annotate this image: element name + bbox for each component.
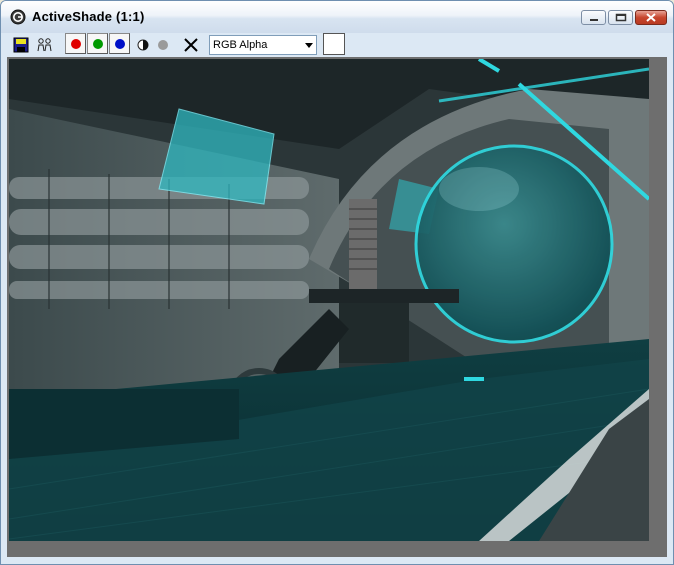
maximize-icon xyxy=(615,13,626,22)
display-channel-value: RGB Alpha xyxy=(213,39,268,51)
minimize-button[interactable] xyxy=(581,10,606,25)
minimize-icon xyxy=(589,18,598,21)
clone-button[interactable] xyxy=(35,35,55,55)
title-bar[interactable]: ActiveShade (1:1) xyxy=(1,1,673,33)
maximize-button[interactable] xyxy=(608,10,633,25)
red-channel-button[interactable] xyxy=(65,33,86,54)
alpha-half-icon xyxy=(137,39,149,51)
activeshade-window: ActiveShade (1:1) RGB Alpha xyxy=(0,0,674,565)
clear-x-icon xyxy=(184,38,198,52)
close-icon xyxy=(646,13,656,22)
green-channel-button[interactable] xyxy=(87,33,108,54)
save-button[interactable] xyxy=(11,35,31,55)
monochrome-button[interactable] xyxy=(153,35,173,55)
monochrome-icon xyxy=(158,40,168,50)
channel-toggle-group xyxy=(65,33,131,55)
blue-dot-icon xyxy=(114,38,125,49)
app-logo-icon[interactable] xyxy=(10,9,26,25)
close-button[interactable] xyxy=(635,10,667,25)
red-dot-icon xyxy=(70,38,81,49)
render-viewport[interactable] xyxy=(9,59,649,541)
display-channel-select[interactable]: RGB Alpha xyxy=(209,35,317,55)
chevron-down-icon xyxy=(305,43,313,48)
window-title: ActiveShade (1:1) xyxy=(32,9,145,24)
save-icon xyxy=(13,37,29,53)
green-dot-icon xyxy=(92,38,103,49)
rendered-scene-image xyxy=(9,59,649,541)
clone-icon xyxy=(37,38,52,52)
clear-button[interactable] xyxy=(181,35,201,55)
toolbar: RGB Alpha xyxy=(9,33,667,57)
color-swatch[interactable] xyxy=(323,33,345,55)
alpha-button[interactable] xyxy=(133,35,153,55)
blue-channel-button[interactable] xyxy=(109,33,130,54)
